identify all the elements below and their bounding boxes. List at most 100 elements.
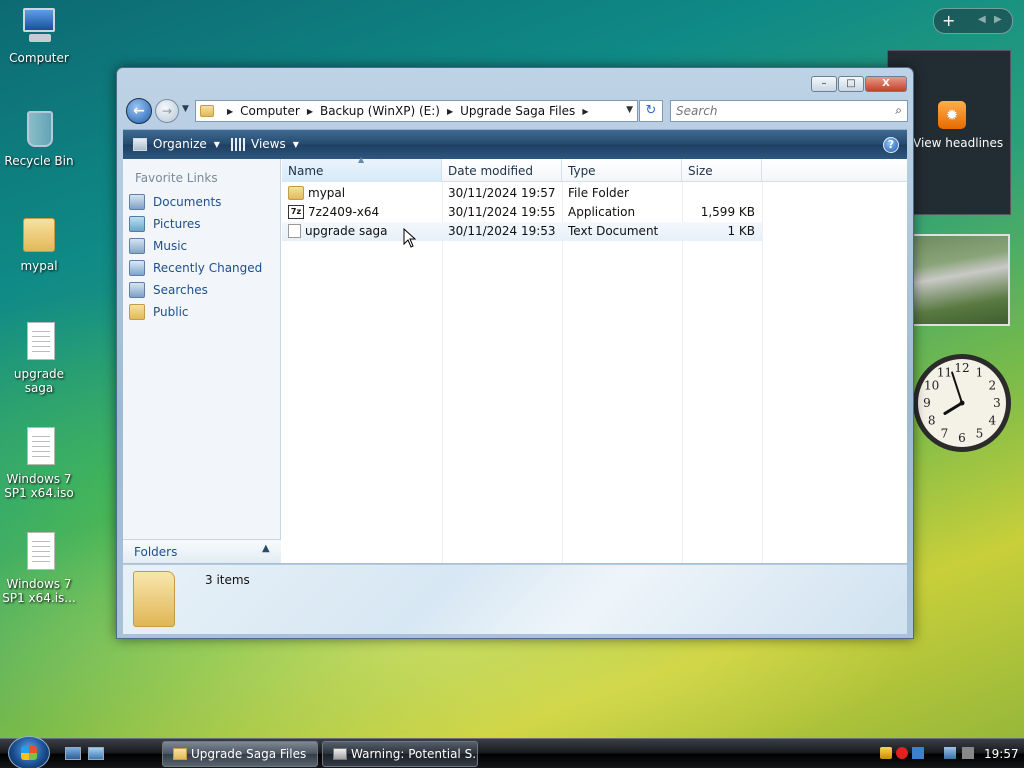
file-list[interactable]: ▲ Name Date modified Type Size mypal 30/…	[282, 155, 907, 563]
file-size: 1 KB	[727, 224, 755, 238]
file-name: mypal	[308, 186, 346, 200]
breadcrumb-computer[interactable]: Computer	[240, 104, 300, 118]
desktop-icon-label: Windows 7 SP1 x64.is...	[2, 577, 76, 605]
search-box[interactable]: ⌕	[670, 100, 908, 122]
desktop-icon-recycle-bin[interactable]: Recycle Bin	[2, 107, 76, 168]
details-pane: 3 items	[123, 564, 907, 634]
item-count: 3 items	[205, 573, 250, 587]
desktop-icon-upgrade-saga[interactable]: upgrade saga	[2, 320, 76, 395]
forward-button[interactable]: →	[155, 99, 179, 123]
breadcrumb-separator-icon[interactable]: ▶	[307, 107, 313, 116]
search-input[interactable]	[676, 102, 876, 120]
navigation-pane: Favorite Links Documents Pictures Music …	[123, 159, 281, 563]
nav-item-public[interactable]: Public	[129, 302, 189, 322]
breadcrumb-separator-icon[interactable]: ▶	[582, 107, 588, 116]
desktop-icon-mypal[interactable]: mypal	[2, 212, 76, 273]
clock-number: 6	[958, 431, 966, 445]
taskbar-clock[interactable]: 19:57	[984, 747, 1019, 761]
show-desktop-icon[interactable]	[65, 747, 81, 760]
address-row: ← → ▼ ▶ Computer ▶ Backup (WinXP) (E:) ▶…	[125, 97, 908, 124]
taskbar-button-upgrade-saga-files[interactable]: Upgrade Saga Files	[162, 741, 318, 767]
clock-number: 7	[941, 426, 949, 440]
breadcrumb-separator-icon[interactable]: ▶	[447, 107, 453, 116]
explorer-window[interactable]: – □ X ← → ▼ ▶ Computer ▶ Backup (WinXP) …	[116, 67, 914, 639]
views-label: Views	[251, 137, 286, 151]
add-gadget-button[interactable]: +	[942, 11, 955, 30]
maximize-button[interactable]: □	[838, 76, 864, 92]
back-button[interactable]: ←	[126, 98, 152, 124]
chevron-down-icon: ▼	[213, 139, 220, 149]
clock-number: 9	[923, 396, 931, 410]
nav-item-searches[interactable]: Searches	[129, 280, 208, 300]
desktop-icon-computer[interactable]: Computer	[2, 4, 76, 65]
clock-face: 12 12 3 45678 9 1011	[913, 354, 1011, 452]
views-button[interactable]: Views ▼	[231, 137, 299, 151]
column-header-size[interactable]: Size	[682, 159, 762, 182]
desktop-icon-label: Windows 7 SP1 x64.iso	[4, 472, 74, 500]
security-alert-icon[interactable]	[896, 747, 908, 759]
help-button[interactable]: ?	[883, 137, 899, 153]
address-bar[interactable]: ▶ Computer ▶ Backup (WinXP) (E:) ▶ Upgra…	[195, 100, 638, 122]
breadcrumb-upgrade-saga-files[interactable]: Upgrade Saga Files	[460, 104, 575, 118]
column-header-type[interactable]: Type	[562, 159, 682, 182]
file-date: 30/11/2024 19:57	[448, 186, 556, 200]
file-row-mypal[interactable]: mypal 30/11/2024 19:57 File Folder	[282, 184, 762, 203]
security-shield-icon[interactable]	[880, 747, 892, 759]
clock-number: 4	[988, 414, 996, 428]
music-icon	[129, 238, 145, 254]
chevron-down-icon: ▼	[292, 139, 299, 149]
breadcrumb-separator-icon[interactable]: ▶	[227, 107, 233, 116]
search-icon[interactable]: ⌕	[895, 103, 902, 118]
nav-item-music[interactable]: Music	[129, 236, 187, 256]
close-button[interactable]: X	[865, 76, 907, 92]
nav-item-recently-changed[interactable]: Recently Changed	[129, 258, 262, 278]
rss-icon: ✹	[938, 101, 966, 129]
taskbar-button-label: Upgrade Saga Files	[191, 747, 307, 761]
nav-item-label: Documents	[153, 195, 222, 209]
recycle-bin-icon	[19, 107, 59, 151]
folders-toggle[interactable]: Folders ▲	[123, 539, 281, 563]
column-header-name[interactable]: ▲ Name	[282, 155, 442, 182]
organize-button[interactable]: Organize ▼	[133, 137, 220, 151]
desktop-icon-windows7-iso-2[interactable]: Windows 7 SP1 x64.is...	[2, 530, 76, 605]
tray-app-icon[interactable]	[912, 747, 924, 759]
minimize-button[interactable]: –	[811, 76, 837, 92]
desktop-icon-label: Computer	[9, 51, 69, 65]
warning-icon	[333, 748, 347, 760]
clock-gadget[interactable]: 12 1 2 3 4 5 6 7 8 9 10 11	[912, 340, 1012, 466]
taskbar-button-warning[interactable]: Warning: Potential S...	[322, 741, 478, 767]
desktop-icon-windows7-iso[interactable]: Windows 7 SP1 x64.iso	[2, 425, 76, 500]
address-dropdown-icon[interactable]: ▼	[626, 105, 633, 115]
file-type: Text Document	[568, 224, 659, 238]
slideshow-gadget[interactable]	[912, 234, 1010, 326]
refresh-button[interactable]: ↻	[639, 100, 663, 122]
nav-item-label: Pictures	[153, 217, 201, 231]
column-header-date-modified[interactable]: Date modified	[442, 159, 562, 182]
file-row-upgrade-saga[interactable]: upgrade saga 30/11/2024 19:53 Text Docum…	[282, 222, 762, 241]
feed-label: View headlines	[913, 136, 1004, 150]
switch-windows-icon[interactable]	[88, 747, 104, 760]
file-row-7z2409-x64[interactable]: 7z 7z2409-x64 30/11/2024 19:55 Applicatio…	[282, 203, 762, 222]
nav-item-pictures[interactable]: Pictures	[129, 214, 201, 234]
computer-icon	[19, 4, 59, 48]
views-icon	[231, 137, 245, 151]
column-headers: ▲ Name Date modified Type Size	[282, 155, 907, 182]
documents-icon	[129, 194, 145, 210]
start-button[interactable]	[8, 736, 50, 768]
clock-number: 1	[976, 366, 984, 380]
recent-pages-dropdown-icon[interactable]: ▼	[182, 104, 189, 114]
file-type: Application	[568, 205, 636, 219]
file-icon	[19, 425, 59, 469]
chevron-up-icon: ▲	[262, 543, 270, 554]
volume-muted-icon[interactable]	[962, 747, 974, 759]
nav-item-documents[interactable]: Documents	[129, 192, 221, 212]
previous-gadget-icon[interactable]: ◀	[978, 14, 986, 25]
window-controls: – □ X	[810, 76, 907, 92]
file-date: 30/11/2024 19:53	[448, 224, 556, 238]
favorite-links-heading: Favorite Links	[135, 171, 218, 185]
breadcrumb-backup-drive[interactable]: Backup (WinXP) (E:)	[320, 104, 440, 118]
network-icon[interactable]	[944, 747, 956, 759]
mouse-cursor-icon	[403, 228, 417, 248]
next-gadget-icon[interactable]: ▶	[994, 14, 1002, 25]
7zip-app-icon: 7z	[288, 205, 304, 219]
